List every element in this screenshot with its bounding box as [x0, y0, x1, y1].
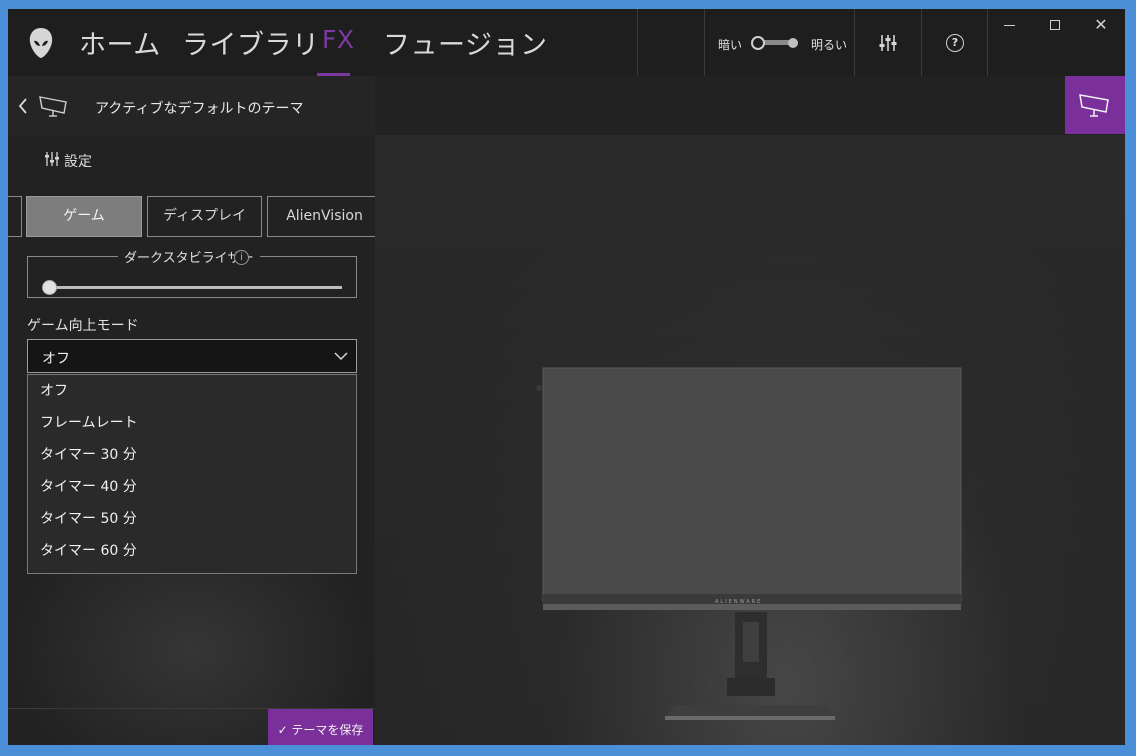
nav-library[interactable]: ライブラリ: [182, 23, 320, 62]
chevron-down-icon: [334, 352, 348, 361]
monitor-select-button[interactable]: [1065, 76, 1125, 134]
header-divider: [987, 9, 988, 76]
dropdown-option[interactable]: オフ: [40, 380, 68, 400]
brightness-toggle-end: [788, 38, 798, 48]
dropdown-option[interactable]: タイマー 50 分: [40, 508, 137, 528]
dropdown-option[interactable]: フレームレート: [40, 412, 138, 432]
theme-header-row: アクティブなデフォルトのテーマ: [8, 76, 375, 135]
save-theme-button[interactable]: ✓ テーマを保存: [268, 709, 373, 745]
dropdown-option[interactable]: タイマー 60 分: [40, 540, 137, 560]
header-divider: [704, 9, 705, 76]
tab-previous[interactable]: [8, 196, 22, 237]
monitor-preview-image: [536, 367, 962, 720]
dark-stabilizer-slider-handle[interactable]: [42, 280, 57, 295]
header-divider: [921, 9, 922, 76]
brightness-dark-label: 暗い: [718, 38, 743, 52]
top-navigation-bar: ホーム ライブラリ FX フュージョン 暗い 明るい ? ✕: [8, 9, 1125, 76]
game-enhance-mode-label: ゲーム向上モード: [27, 318, 139, 334]
theme-title: アクティブなデフォルトのテーマ: [95, 101, 304, 117]
tab-game[interactable]: ゲーム: [26, 196, 142, 237]
game-enhance-mode-value: オフ: [42, 351, 70, 367]
help-icon[interactable]: ?: [946, 34, 964, 52]
monitor-preview-area: ALIENWARE: [375, 76, 1125, 745]
dropdown-option[interactable]: タイマー 30 分: [40, 444, 137, 464]
monitor-outline-icon: [1079, 94, 1109, 117]
alienware-logo-icon[interactable]: [28, 27, 54, 59]
app-window: ホーム ライブラリ FX フュージョン 暗い 明るい ? ✕ アクティブなデフォ…: [8, 9, 1125, 745]
back-chevron-icon[interactable]: [18, 98, 28, 114]
tab-display[interactable]: ディスプレイ: [147, 196, 262, 237]
game-enhance-mode-options: オフ フレームレート タイマー 30 分 タイマー 40 分 タイマー 50 分…: [27, 374, 357, 574]
preview-toolbar: [375, 76, 1125, 135]
info-icon[interactable]: i: [234, 250, 249, 265]
nav-home[interactable]: ホーム: [79, 23, 161, 62]
nav-fusion[interactable]: フュージョン: [383, 23, 547, 62]
dropdown-option[interactable]: タイマー 40 分: [40, 476, 137, 496]
category-tabs: ゲーム ディスプレイ AlienVision: [8, 196, 375, 238]
close-icon[interactable]: ✕: [1091, 15, 1111, 35]
monitor-brand-text: ALIENWARE: [715, 599, 763, 605]
theme-settings-panel: アクティブなデフォルトのテーマ 設定 ゲーム ディスプレイ AlienVisio…: [8, 76, 375, 745]
brightness-bright-label: 明るい: [811, 38, 848, 52]
nav-fx[interactable]: FX: [322, 25, 355, 54]
brightness-toggle-knob[interactable]: [751, 36, 765, 50]
monitor-outline-icon: [39, 96, 67, 117]
minimize-icon[interactable]: [1004, 25, 1015, 26]
game-enhance-mode-select[interactable]: オフ: [27, 339, 357, 373]
settings-label[interactable]: 設定: [64, 151, 92, 171]
maximize-icon[interactable]: [1050, 20, 1060, 30]
dark-stabilizer-slider-track[interactable]: [46, 286, 342, 289]
mixer-settings-icon[interactable]: [878, 33, 898, 53]
tab-alienvision[interactable]: AlienVision: [267, 196, 375, 237]
header-divider: [854, 9, 855, 76]
settings-sliders-icon[interactable]: [45, 151, 59, 167]
header-divider: [637, 9, 638, 76]
